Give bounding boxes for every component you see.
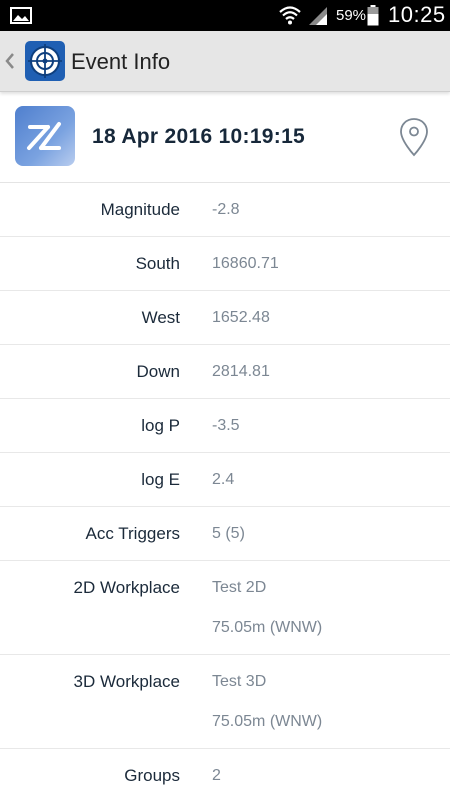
detail-row-magnitude: Magnitude -2.8 (0, 183, 450, 237)
row-label: log E (141, 470, 180, 489)
detail-row-acc-triggers: Acc Triggers 5 (5) (0, 507, 450, 561)
row-label: Groups (124, 766, 180, 785)
row-label: 3D Workplace (73, 672, 180, 691)
battery-icon (367, 5, 379, 26)
location-pin-icon[interactable] (399, 117, 429, 157)
detail-row-log-p: log P -3.5 (0, 399, 450, 453)
row-value: 2.4 (212, 471, 235, 488)
back-chevron-icon[interactable] (4, 50, 16, 72)
row-value: 1652.48 (212, 309, 270, 326)
row-value: -3.5 (212, 417, 240, 434)
row-value: 16860.71 (212, 255, 279, 272)
status-bar: 59% 10:25 (0, 0, 450, 31)
row-label: log P (141, 416, 180, 435)
battery-percent: 59% (336, 7, 367, 24)
row-label: Magnitude (100, 200, 180, 219)
row-value: 2 (212, 767, 221, 784)
row-value-distance: 75.05m (WNW) (212, 619, 323, 636)
row-label: Acc Triggers (85, 524, 180, 543)
detail-row-south: South 16860.71 (0, 237, 450, 291)
signal-icon (309, 7, 327, 25)
row-label: South (135, 254, 180, 273)
row-label: West (141, 308, 180, 327)
status-clock: 10:25 (388, 2, 446, 27)
event-logo-icon (15, 106, 75, 166)
wifi-icon (279, 6, 301, 25)
action-bar: Event Info (0, 31, 450, 92)
row-value: 5 (5) (212, 525, 245, 542)
row-label: 2D Workplace (73, 578, 180, 597)
event-datetime: 18 Apr 2016 10:19:15 (92, 125, 306, 148)
row-value-distance: 75.05m (WNW) (212, 713, 323, 730)
row-value: -2.8 (212, 201, 240, 218)
detail-row-3d-workplace: 3D Workplace Test 3D 75.05m (WNW) (0, 655, 450, 749)
row-value: Test 2D (212, 579, 267, 596)
event-details-list: Magnitude -2.8 South 16860.71 West 1652.… (0, 183, 450, 800)
image-icon (10, 7, 32, 24)
row-value: 2814.81 (212, 363, 270, 380)
detail-row-log-e: log E 2.4 (0, 453, 450, 507)
detail-row-down: Down 2814.81 (0, 345, 450, 399)
event-header: 18 Apr 2016 10:19:15 (0, 93, 450, 183)
detail-row-2d-workplace: 2D Workplace Test 2D 75.05m (WNW) (0, 561, 450, 655)
target-logo-icon[interactable] (25, 41, 65, 81)
detail-row-west: West 1652.48 (0, 291, 450, 345)
row-label: Down (136, 362, 180, 381)
page-title: Event Info (71, 49, 171, 74)
detail-row-groups: Groups 2 (0, 749, 450, 800)
row-value: Test 3D (212, 673, 267, 690)
